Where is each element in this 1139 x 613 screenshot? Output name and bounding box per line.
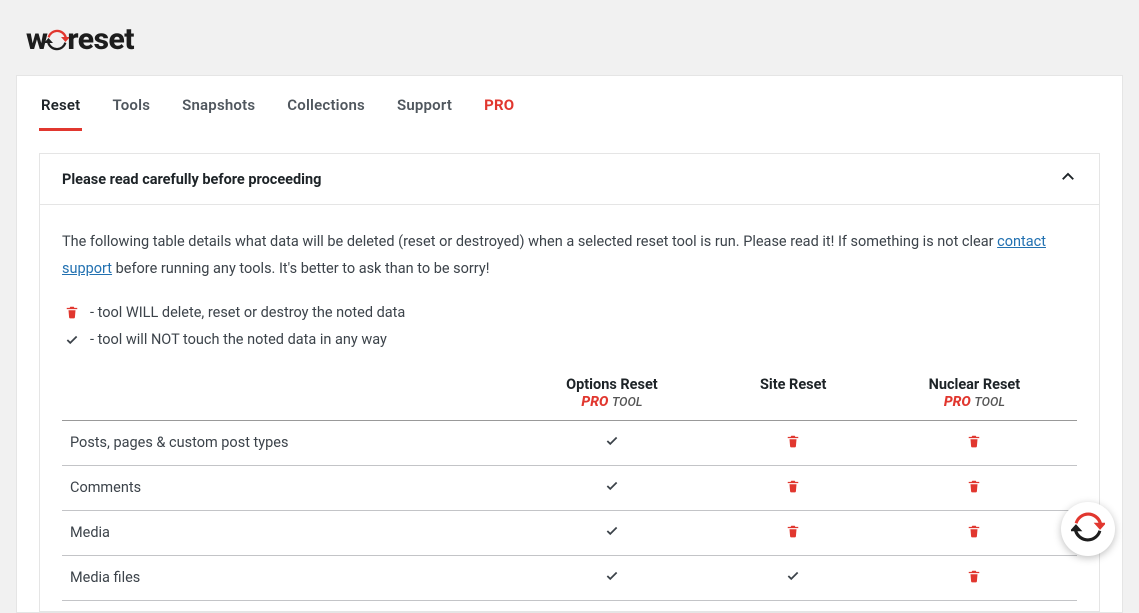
tab-bar: Reset Tools Snapshots Collections Support PRO [17, 76, 1122, 131]
check-icon [509, 420, 714, 465]
intro-pre: The following table details what data wi… [62, 233, 997, 250]
refresh-icon [1071, 510, 1105, 548]
legend-delete-text: - tool WILL delete, reset or destroy the… [90, 299, 405, 327]
comparison-table: Options ResetPRO TOOLSite ResetNuclear R… [62, 364, 1077, 601]
refresh-icon [45, 28, 69, 52]
check-icon [509, 510, 714, 555]
trash-icon [872, 420, 1077, 465]
check-icon [715, 555, 872, 600]
tab-reset[interactable]: Reset [39, 84, 82, 131]
table-row: Media [62, 510, 1077, 555]
main-panel: Reset Tools Snapshots Collections Support PRO… [16, 75, 1123, 613]
trash-icon [872, 510, 1077, 555]
tab-snapshots[interactable]: Snapshots [180, 84, 257, 131]
table-row: Comments [62, 465, 1077, 510]
row-label: Comments [62, 465, 509, 510]
accordion-title: Please read carefully before proceeding [62, 171, 321, 188]
accordion-body: The following table details what data wi… [40, 205, 1099, 611]
tab-collections[interactable]: Collections [285, 84, 367, 131]
row-label: Media [62, 510, 509, 555]
column-header-feature [62, 364, 509, 421]
trash-icon [715, 465, 872, 510]
chevron-up-icon [1059, 168, 1077, 190]
legend-keep-text: - tool will NOT touch the noted data in … [90, 326, 387, 354]
table-row: Posts, pages & custom post types [62, 420, 1077, 465]
legend: - tool WILL delete, reset or destroy the… [62, 299, 1077, 354]
warning-accordion: Please read carefully before proceeding … [39, 153, 1100, 612]
brand-post: reset [67, 22, 134, 57]
check-icon [509, 555, 714, 600]
help-fab[interactable] [1061, 502, 1115, 556]
trash-icon [872, 555, 1077, 600]
column-header: Options ResetPRO TOOL [509, 364, 714, 421]
trash-icon [715, 420, 872, 465]
table-row: Media files [62, 555, 1077, 600]
brand-pre: w [26, 22, 47, 57]
tab-tools[interactable]: Tools [110, 84, 152, 131]
check-icon [62, 333, 82, 347]
trash-icon [872, 465, 1077, 510]
trash-icon [715, 510, 872, 555]
column-header: Nuclear ResetPRO TOOL [872, 364, 1077, 421]
accordion-toggle[interactable]: Please read carefully before proceeding [40, 154, 1099, 205]
row-label: Posts, pages & custom post types [62, 420, 509, 465]
intro-post: before running any tools. It's better to… [112, 260, 489, 277]
tab-pro[interactable]: PRO [482, 84, 516, 131]
trash-icon [62, 305, 82, 319]
intro-paragraph: The following table details what data wi… [62, 229, 1077, 283]
tab-support[interactable]: Support [395, 84, 454, 131]
check-icon [509, 465, 714, 510]
brand-logo: w reset [10, 10, 1129, 75]
row-label: Media files [62, 555, 509, 600]
column-header: Site Reset [715, 364, 872, 421]
